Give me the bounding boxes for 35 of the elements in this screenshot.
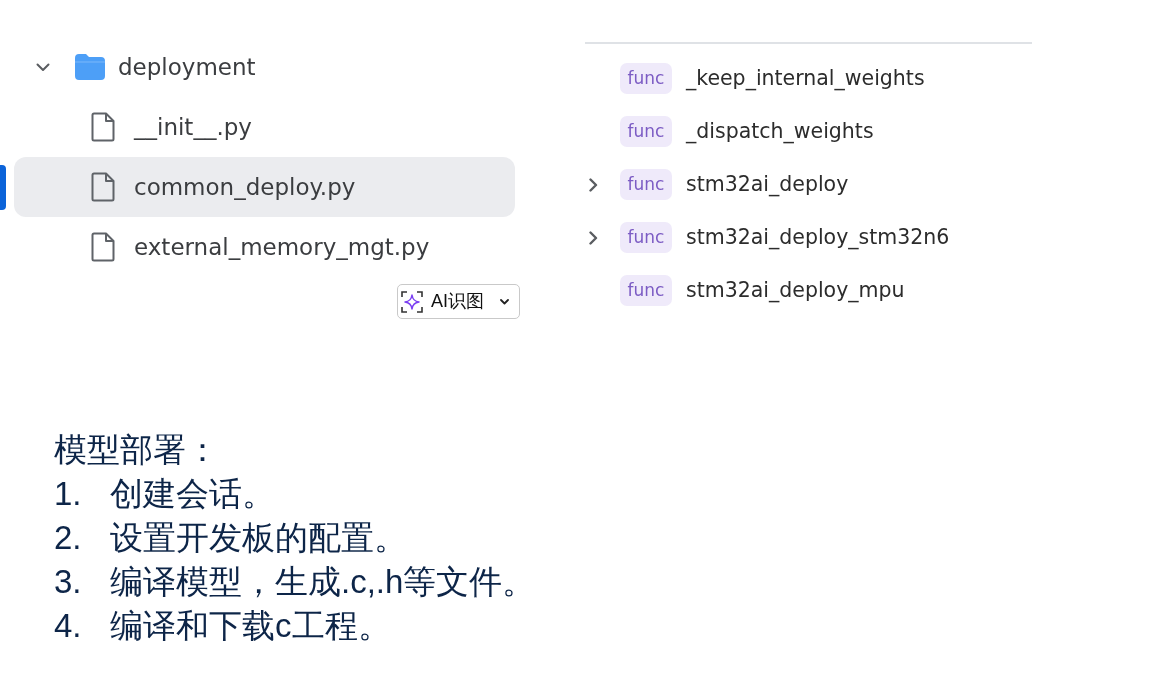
outline-row[interactable]: func stm32ai_deploy	[585, 158, 1032, 211]
type-badge: func	[620, 169, 672, 200]
step-text: 设置开发板的配置。	[110, 518, 407, 558]
outline-row[interactable]: func _keep_internal_weights	[585, 52, 1032, 105]
step-number: 4.	[54, 606, 83, 646]
type-badge: func	[620, 222, 672, 253]
function-name[interactable]: _dispatch_weights	[686, 116, 874, 147]
folder-row[interactable]: deployment	[14, 37, 515, 97]
file-row[interactable]: external_memory_mgt.py	[14, 217, 515, 277]
type-badge: func	[620, 63, 672, 94]
outline-row[interactable]: func _dispatch_weights	[585, 105, 1032, 158]
step-text: 编译和下载c工程。	[110, 606, 391, 646]
step-number: 3.	[54, 562, 83, 602]
chevron-down-icon	[500, 298, 509, 305]
step-text: 编译模型，生成.c,.h等文件。	[110, 562, 536, 602]
folder-icon	[75, 54, 105, 80]
step-number: 2.	[54, 518, 83, 558]
type-badge: func	[620, 116, 672, 147]
function-name[interactable]: stm32ai_deploy_mpu	[686, 275, 905, 306]
type-badge: func	[620, 275, 672, 306]
file-row[interactable]: common_deploy.py	[14, 157, 515, 217]
file-row[interactable]: __init__.py	[14, 97, 515, 157]
function-name[interactable]: stm32ai_deploy_stm32n6	[686, 222, 950, 253]
step-text: 创建会话。	[110, 474, 275, 514]
notes-heading: 模型部署：	[54, 430, 219, 470]
outline-row[interactable]: func stm32ai_deploy_stm32n6	[585, 211, 1032, 264]
file-icon	[91, 112, 115, 142]
function-name[interactable]: stm32ai_deploy	[686, 169, 849, 200]
file-icon	[91, 172, 115, 202]
function-name[interactable]: _keep_internal_weights	[686, 63, 925, 94]
outline-row[interactable]: func stm32ai_deploy_mpu	[585, 264, 1032, 317]
scan-sparkle-icon	[401, 290, 423, 313]
ai-image-button[interactable]: AI识图	[397, 284, 520, 319]
step-number: 1.	[54, 474, 83, 514]
file-icon	[91, 232, 115, 262]
